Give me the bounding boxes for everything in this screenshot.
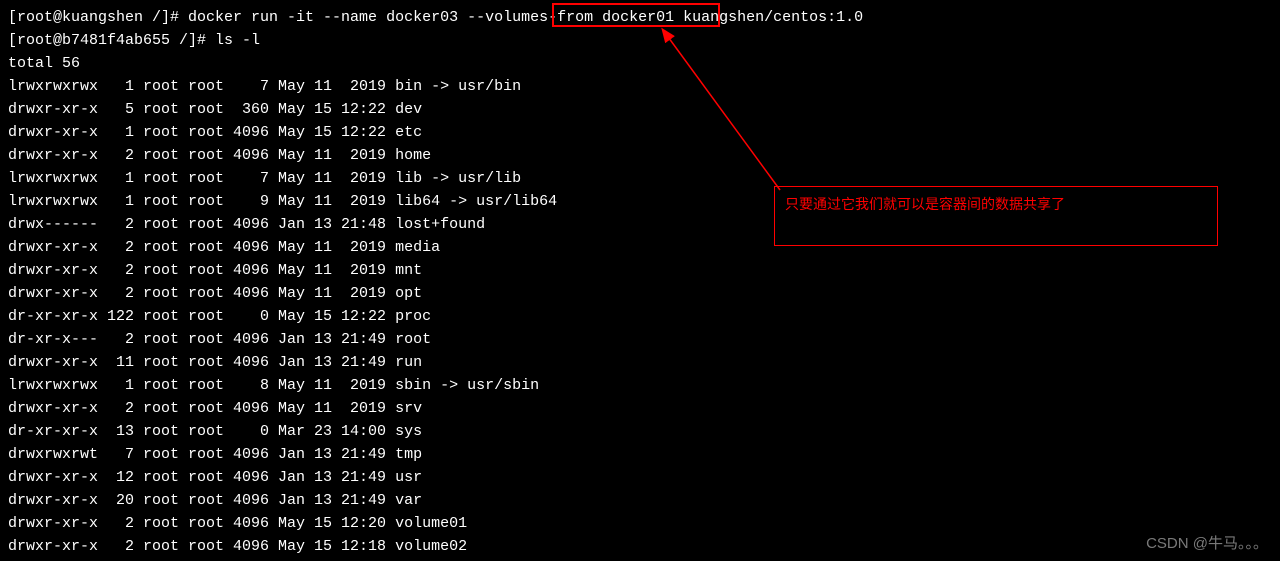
cmd1-highlight: --volumes-from	[467, 9, 602, 26]
listing-row: dr-xr-x--- 2 root root 4096 Jan 13 21:49…	[8, 328, 1280, 351]
cmd1-part2: docker01 kuangshen/centos:1.0	[602, 9, 863, 26]
annotation-text: 只要通过它我们就可以是容器间的数据共享了	[785, 196, 1065, 212]
listing-row: drwxr-xr-x 2 root root 4096 May 11 2019 …	[8, 144, 1280, 167]
listing-row: dr-xr-xr-x 122 root root 0 May 15 12:22 …	[8, 305, 1280, 328]
listing-row: drwxr-xr-x 2 root root 4096 May 11 2019 …	[8, 397, 1280, 420]
listing-row: drwxr-xr-x 2 root root 4096 May 11 2019 …	[8, 259, 1280, 282]
listing-row: drwxr-xr-x 2 root root 4096 May 11 2019 …	[8, 282, 1280, 305]
command-line-2: [root@b7481f4ab655 /]# ls -l	[8, 29, 1280, 52]
listing-row: drwxr-xr-x 2 root root 4096 May 15 12:20…	[8, 512, 1280, 535]
terminal-output: [root@kuangshen /]# docker run -it --nam…	[8, 6, 1280, 558]
listing-row: drwxr-xr-x 20 root root 4096 Jan 13 21:4…	[8, 489, 1280, 512]
listing-row: drwxr-xr-x 12 root root 4096 Jan 13 21:4…	[8, 466, 1280, 489]
listing-row: dr-xr-xr-x 13 root root 0 Mar 23 14:00 s…	[8, 420, 1280, 443]
prompt-2: [root@b7481f4ab655 /]#	[8, 32, 215, 49]
watermark: CSDN @牛马。。。	[1146, 532, 1268, 555]
command-line-1: [root@kuangshen /]# docker run -it --nam…	[8, 6, 1280, 29]
listing-row: drwxrwxrwt 7 root root 4096 Jan 13 21:49…	[8, 443, 1280, 466]
annotation-box: 只要通过它我们就可以是容器间的数据共享了	[774, 186, 1218, 246]
listing-row: drwxr-xr-x 1 root root 4096 May 15 12:22…	[8, 121, 1280, 144]
cmd1-part1: docker run -it --name docker03	[188, 9, 467, 26]
total-line: total 56	[8, 52, 1280, 75]
listing-row: drwxr-xr-x 5 root root 360 May 15 12:22 …	[8, 98, 1280, 121]
prompt-1: [root@kuangshen /]#	[8, 9, 188, 26]
listing-row: drwxr-xr-x 11 root root 4096 Jan 13 21:4…	[8, 351, 1280, 374]
listing-row: lrwxrwxrwx 1 root root 7 May 11 2019 bin…	[8, 75, 1280, 98]
listing-row: lrwxrwxrwx 1 root root 8 May 11 2019 sbi…	[8, 374, 1280, 397]
listing-row: drwxr-xr-x 2 root root 4096 May 15 12:18…	[8, 535, 1280, 558]
cmd2: ls -l	[215, 32, 260, 49]
